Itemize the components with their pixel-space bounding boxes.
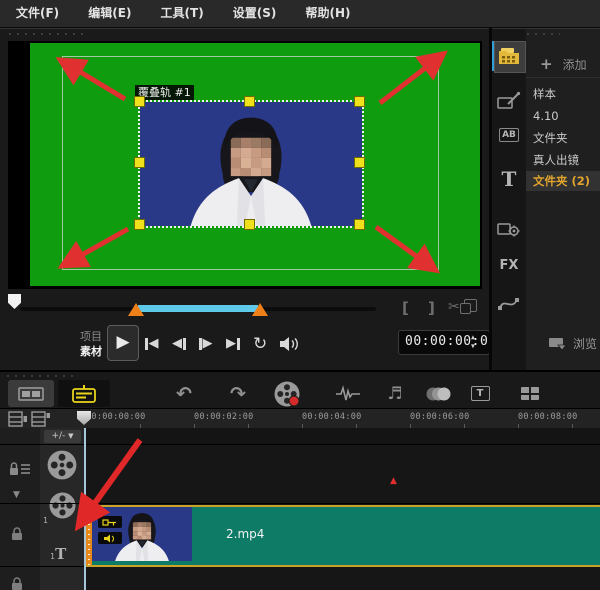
mark-in-icon[interactable]: [ [402, 299, 409, 317]
nav-item-motion-path[interactable] [494, 289, 524, 317]
resize-handle-w[interactable] [134, 157, 145, 168]
nav-item-filter[interactable]: FX [494, 251, 524, 279]
divider [526, 77, 600, 78]
template-wand-icon [497, 91, 521, 111]
browse-button[interactable]: 浏览 [548, 335, 597, 352]
library-folder-item[interactable]: 真人出镜 [526, 150, 600, 170]
project-mode-label[interactable]: 项目 [70, 328, 102, 344]
plus-icon: + [540, 55, 553, 73]
timecode-value: 00:00:00:00 [405, 334, 497, 349]
split-clip-icon[interactable]: ✂ [448, 299, 460, 315]
resize-handle-n[interactable] [244, 96, 255, 107]
triangle-left-icon: ◀ [149, 337, 159, 351]
nav-item-instant-project[interactable] [494, 87, 524, 115]
triangle-left-icon: ◀ [172, 337, 182, 351]
nav-item-graphics[interactable] [494, 215, 524, 243]
library-gallery: + 添加 样本 4.10 文件夹 真人出镜 文件夹 (2) 浏览 [526, 29, 600, 371]
bar-icon [183, 338, 186, 350]
video-editor-window: 文件(F) 编辑(E) 工具(T) 设置(S) 帮助(H) 覆叠轨 #1 [0, 0, 600, 590]
repeat-icon: ↻ [253, 336, 267, 352]
mark-out-icon[interactable]: ] [428, 299, 435, 317]
title-T-icon: T [502, 167, 517, 191]
browse-label: 浏览 [573, 335, 597, 352]
resize-handle-nw[interactable] [134, 96, 145, 107]
resize-handle-s[interactable] [244, 219, 255, 230]
menu-file[interactable]: 文件(F) [8, 0, 67, 27]
triangle-right-icon: ▶ [226, 337, 236, 351]
menu-edit[interactable]: 编辑(E) [80, 0, 139, 27]
enlarge-preview-icon[interactable] [464, 299, 477, 312]
resize-handle-e[interactable] [354, 157, 365, 168]
resize-handle-se[interactable] [354, 219, 365, 230]
triangle-right-icon: ▶ [203, 337, 213, 351]
next-frame-button[interactable]: ▶ [199, 335, 213, 353]
library-folder-item[interactable]: 4.10 [526, 106, 600, 126]
menu-help[interactable]: 帮助(H) [298, 0, 359, 27]
bar-icon [237, 338, 240, 350]
resize-handle-ne[interactable] [354, 96, 365, 107]
library-panel: AB T FX [492, 28, 600, 371]
menu-settings[interactable]: 设置(S) [225, 0, 285, 27]
graphics-gear-icon [497, 219, 521, 239]
resize-handle-sw[interactable] [134, 219, 145, 230]
clip-mode-label[interactable]: 素材 [70, 343, 102, 359]
volume-button[interactable] [279, 335, 299, 353]
timecode-spin-down-icon[interactable]: ▼ [471, 343, 475, 349]
nav-item-transition[interactable]: AB [494, 121, 524, 149]
red-annotation-arrow [0, 372, 600, 590]
play-button[interactable]: ▶ [107, 325, 139, 361]
add-label: 添加 [563, 58, 587, 72]
go-to-end-button[interactable]: ▶ [226, 335, 240, 353]
browse-icon [548, 337, 568, 351]
library-nav-strip: AB T FX [492, 29, 526, 371]
preview-panel: 覆叠轨 #1 [ ] ✂ [0, 28, 489, 371]
bar-icon [199, 338, 202, 350]
media-folder-icon [498, 47, 520, 65]
bar-icon [145, 338, 148, 350]
timeline-panel: ↶ ↷ ♬ [0, 370, 600, 590]
motion-path-icon [497, 293, 521, 313]
library-folder-item[interactable]: 文件夹 [526, 128, 600, 148]
scrubber-thumb[interactable] [8, 294, 21, 309]
trim-range-bar[interactable] [138, 305, 258, 312]
nav-item-title[interactable]: T [494, 165, 524, 193]
timecode-spin-up-icon[interactable]: ▲ [471, 334, 475, 340]
repeat-button[interactable]: ↻ [253, 335, 267, 353]
nav-item-media[interactable] [494, 41, 526, 73]
menu-tools[interactable]: 工具(T) [153, 0, 212, 27]
red-annotation-arrows [8, 41, 482, 289]
previous-frame-button[interactable]: ◀ [172, 335, 186, 353]
speaker-icon [279, 336, 299, 352]
transition-ab-icon: AB [499, 128, 519, 142]
timecode-display[interactable]: 00:00:00:00 ▲ ▼ [398, 330, 490, 355]
add-folder-button[interactable]: + 添加 [540, 55, 587, 73]
go-to-start-button[interactable]: ◀ [145, 335, 159, 353]
preview-viewport[interactable]: 覆叠轨 #1 [8, 41, 482, 289]
library-folder-item-selected[interactable]: 文件夹 (2) [526, 171, 600, 191]
menu-bar: 文件(F) 编辑(E) 工具(T) 设置(S) 帮助(H) [0, 0, 600, 28]
panel-grip [6, 32, 86, 36]
library-folder-item[interactable]: 样本 [526, 84, 600, 104]
play-icon: ▶ [116, 332, 129, 352]
fx-icon: FX [500, 258, 519, 273]
